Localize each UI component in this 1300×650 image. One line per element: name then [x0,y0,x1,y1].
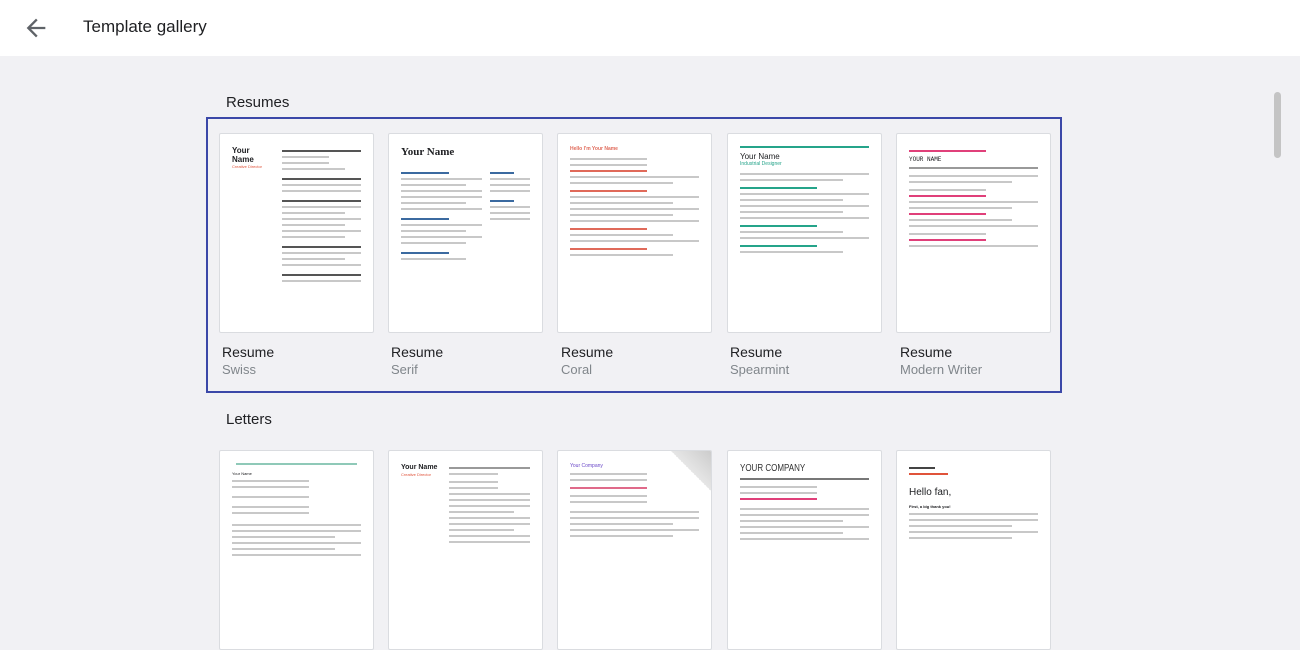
template-letter-geometric[interactable]: Your Company [557,450,712,650]
thumb-heading: Your Name [232,146,272,164]
template-style: Modern Writer [900,362,982,377]
thumb-subtitle: Creative Director [401,472,441,477]
template-resume-coral[interactable]: Hello I'm Your Name [557,133,712,333]
page-title: Template gallery [83,17,207,37]
thumb-subtitle: Creative Director [232,164,272,169]
template-resume-modern-writer[interactable]: YOUR NAME [896,133,1051,333]
scrollbar-thumb[interactable] [1274,92,1281,158]
thumb-subtitle: Industrial Designer [740,161,869,167]
back-button[interactable] [22,14,50,42]
section-title-resumes: Resumes [226,94,289,111]
template-style: Spearmint [730,362,789,377]
section-title-letters: Letters [226,411,272,428]
thumb-heading: Your Name [232,471,361,476]
template-style: Serif [391,362,418,377]
thumb-heading: Your Name [401,463,441,472]
arrow-left-icon [22,14,50,42]
template-resume-spearmint[interactable]: Your Name Industrial Designer [727,133,882,333]
thumb-heading: Hello fan, [909,487,1038,498]
template-name: Resume [730,344,782,360]
template-letter-playful[interactable]: Hello fan, First, a big thank you! [896,450,1051,650]
template-style: Swiss [222,362,256,377]
thumb-heading: YOUR NAME [909,156,1038,163]
thumb-heading: Your Name [401,146,530,158]
template-name: Resume [391,344,443,360]
thumb-heading: YOUR COMPANY [740,463,843,474]
template-name: Resume [900,344,952,360]
thumb-heading: Your Name [740,152,869,161]
template-letter-modern-writer[interactable]: YOUR COMPANY [727,450,882,650]
template-name: Resume [222,344,274,360]
template-style: Coral [561,362,592,377]
thumb-heading: Hello I'm Your Name [570,146,699,152]
template-letter-swiss[interactable]: Your NameCreative Director [388,450,543,650]
template-resume-serif[interactable]: Your Name [388,133,543,333]
template-resume-swiss[interactable]: Your Name Creative Director [219,133,374,333]
template-name: Resume [561,344,613,360]
app-header: Template gallery [0,0,1300,56]
template-letter-spearmint[interactable]: Your Name [219,450,374,650]
thumb-subtitle: First, a big thank you! [909,504,1038,509]
